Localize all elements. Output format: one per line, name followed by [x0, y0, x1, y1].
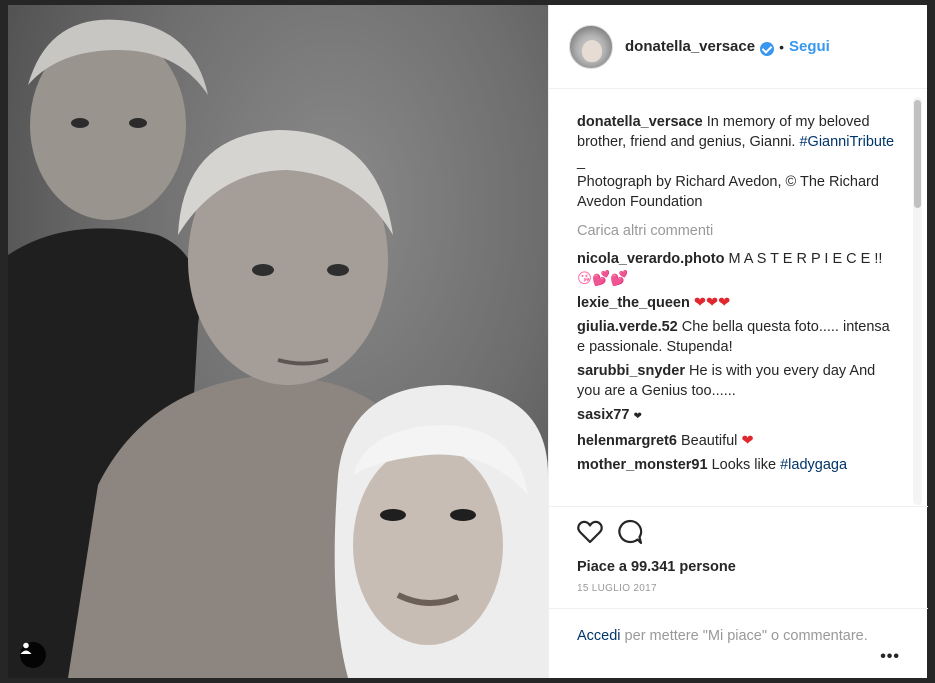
caption-hashtag[interactable]: #GianniTribute [799, 134, 894, 150]
post-sidebar: donatella_versace • Segui donatella_vers… [548, 5, 928, 678]
comment-item: sarubbi_snyder He is with you every day … [577, 361, 898, 401]
login-link[interactable]: Accedi [577, 628, 621, 644]
caption-username[interactable]: donatella_versace [577, 114, 703, 130]
comment-username[interactable]: sasix77 [577, 407, 629, 423]
post-date: 15 LUGLIO 2017 [577, 583, 657, 594]
post-photo[interactable] [8, 5, 548, 678]
user-tag-icon[interactable] [20, 642, 46, 668]
login-text: per mettere "Mi piace" o commentare. [620, 628, 868, 644]
comment-emoji: ❤❤❤ [693, 295, 731, 311]
login-prompt: Accedi per mettere "Mi piace" o commenta… [549, 608, 928, 665]
comment-username[interactable]: sarubbi_snyder [577, 363, 685, 379]
comment-item: lexie_the_queen ❤❤❤ [577, 293, 898, 313]
avatar[interactable] [569, 24, 613, 69]
comment-item: nicola_verardo.photo M A S T E R P I E C… [577, 249, 898, 289]
comment-emoji: ❤ [633, 411, 642, 422]
verified-badge-icon [760, 41, 775, 56]
more-options-button[interactable]: ••• [880, 647, 900, 667]
separator-dot: • [779, 38, 784, 55]
action-icons [577, 519, 900, 549]
comment-item: giulia.verde.52 Che bella questa foto...… [577, 317, 898, 357]
photo-illustration [8, 19, 548, 678]
post-actions: Piace a 99.341 persone 15 LUGLIO 2017 [549, 506, 928, 594]
speech-bubble-icon[interactable] [617, 519, 643, 550]
caption-credit: Photograph by Richard Avedon, © The Rich… [577, 174, 879, 210]
heart-outline-icon[interactable] [577, 520, 603, 549]
comment-item: helenmargret6 Beautiful ❤ [577, 431, 898, 451]
comment-username[interactable]: helenmargret6 [577, 433, 677, 449]
comment-text: Beautiful [676, 433, 742, 449]
comments-list: donatella_versace In memory of my belove… [549, 90, 928, 506]
comment-username[interactable]: nicola_verardo.photo [577, 251, 724, 267]
comment-text: Looks like [707, 457, 781, 473]
comment-emoji: 😘💕💕 [577, 271, 629, 287]
comment-item: mother_monster91 Looks like #ladygaga [577, 455, 898, 475]
comment-hashtag[interactable]: #ladygaga [780, 457, 847, 473]
likes-count[interactable]: Piace a 99.341 persone [577, 559, 900, 575]
comment-text: M A S T E R P I E C E !! [724, 251, 883, 267]
comment-emoji: ❤ [741, 433, 754, 449]
comment-username[interactable]: mother_monster91 [577, 457, 708, 473]
post-caption: donatella_versace In memory of my belove… [577, 112, 898, 212]
comment-username[interactable]: giulia.verde.52 [577, 319, 678, 335]
post-header: donatella_versace • Segui [549, 5, 927, 89]
follow-button[interactable]: Segui [789, 38, 830, 55]
comment-username[interactable]: lexie_the_queen [577, 295, 690, 311]
load-more-comments-button[interactable]: Carica altri commenti [577, 221, 898, 241]
header-username[interactable]: donatella_versace [625, 38, 755, 55]
caption-divider: _ [577, 154, 586, 170]
comment-item: sasix77 ❤ [577, 405, 898, 427]
